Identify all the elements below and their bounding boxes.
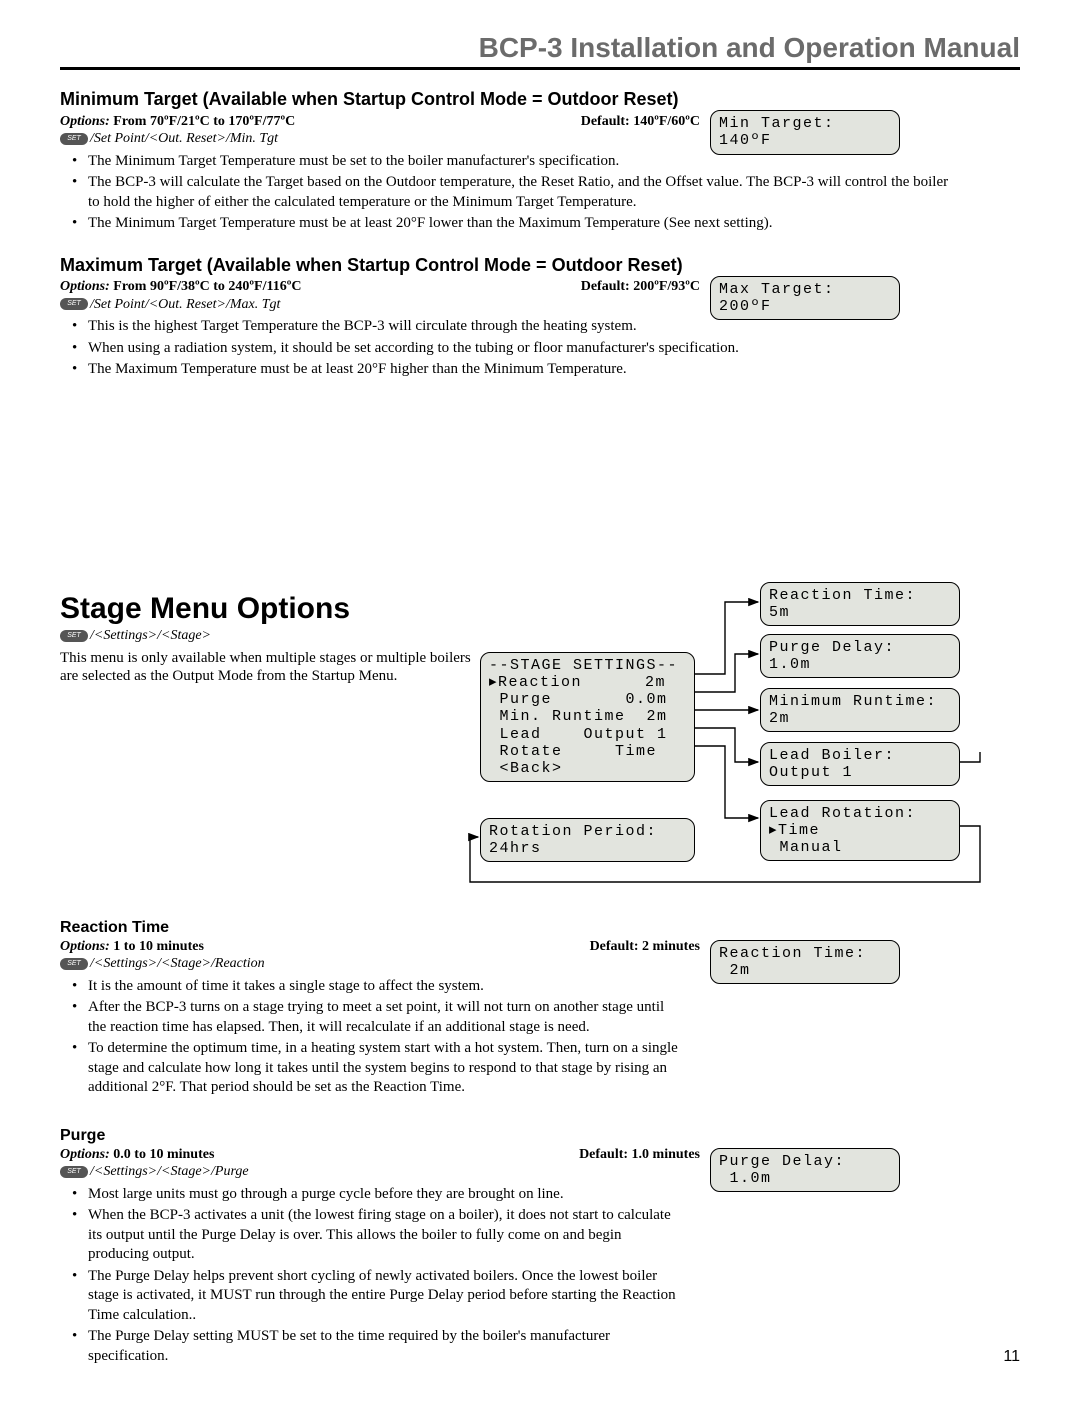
crumb-text: /<Settings>/<Stage>/Purge — [90, 1164, 249, 1179]
page-header: BCP-3 Installation and Operation Manual — [60, 30, 1020, 70]
list-item: The BCP-3 will calculate the Target base… — [88, 173, 960, 212]
options-label: Options: — [60, 939, 110, 954]
max-target-default: Default: 200ºF/93ºC — [581, 278, 700, 296]
purge-heading: Purge — [60, 1126, 1020, 1146]
list-item: It is the amount of time it takes a sing… — [88, 977, 680, 997]
set-icon: SET — [60, 1166, 88, 1178]
page-number: 11 — [1003, 1347, 1020, 1367]
options-label: Options: — [60, 114, 110, 129]
lcd-min-target: Min Target: 140ºF — [710, 110, 900, 155]
stage-menu-diagram: --STAGE SETTINGS-- ▸Reaction 2m Purge 0.… — [480, 582, 1000, 882]
list-item: The Purge Delay helps prevent short cycl… — [88, 1267, 680, 1326]
purge-default: Default: 1.0 minutes — [579, 1146, 700, 1164]
purge-options: Options: 0.0 to 10 minutes — [60, 1146, 214, 1164]
reaction-heading: Reaction Time — [60, 918, 1020, 938]
list-item: To determine the optimum time, in a heat… — [88, 1039, 680, 1098]
options-value: From 90ºF/38ºC to 240ºF/116ºC — [113, 279, 301, 294]
options-value: 1 to 10 minutes — [113, 939, 204, 954]
list-item: When the BCP-3 activates a unit (the low… — [88, 1206, 680, 1265]
set-icon: SET — [60, 298, 88, 310]
set-icon: SET — [60, 133, 88, 145]
options-value: 0.0 to 10 minutes — [113, 1147, 214, 1162]
options-value: From 70ºF/21ºC to 170ºF/77ºC — [113, 114, 295, 129]
min-target-default: Default: 140ºF/60ºC — [581, 113, 700, 131]
crumb-text: /<Settings>/<Stage> — [90, 628, 211, 643]
crumb-text: /Set Point/<Out. Reset>/Min. Tgt — [90, 131, 278, 146]
lcd-reaction: Reaction Time: 2m — [710, 940, 900, 985]
crumb-text: /<Settings>/<Stage>/Reaction — [90, 956, 265, 971]
set-icon: SET — [60, 958, 88, 970]
list-item: The Purge Delay setting MUST be set to t… — [88, 1327, 680, 1366]
crumb-text: /Set Point/<Out. Reset>/Max. Tgt — [90, 297, 280, 312]
max-target-heading: Maximum Target (Available when Startup C… — [60, 254, 1020, 277]
list-item: The Maximum Temperature must be at least… — [88, 360, 960, 380]
options-label: Options: — [60, 1147, 110, 1162]
list-item: Most large units must go through a purge… — [88, 1185, 680, 1205]
reaction-options: Options: 1 to 10 minutes — [60, 938, 204, 956]
options-label: Options: — [60, 279, 110, 294]
section-reaction-time: Reaction Time Options: 1 to 10 minutes D… — [60, 918, 1020, 1098]
reaction-default: Default: 2 minutes — [590, 938, 700, 956]
lcd-purge: Purge Delay: 1.0m — [710, 1148, 900, 1193]
set-icon: SET — [60, 630, 88, 642]
section-max-target: Maximum Target (Available when Startup C… — [60, 254, 1020, 380]
section-min-target: Minimum Target (Available when Startup C… — [60, 88, 1020, 234]
diagram-arrows — [480, 582, 1020, 882]
stage-menu-desc: This menu is only available when multipl… — [60, 649, 490, 687]
min-target-heading: Minimum Target (Available when Startup C… — [60, 88, 1020, 111]
min-target-options: Options: From 70ºF/21ºC to 170ºF/77ºC — [60, 113, 295, 131]
list-item: The Minimum Target Temperature must be a… — [88, 214, 960, 234]
section-stage-menu: --STAGE SETTINGS-- ▸Reaction 2m Purge 0.… — [60, 590, 1020, 890]
section-purge: Purge Options: 0.0 to 10 minutes Default… — [60, 1126, 1020, 1367]
lcd-max-target: Max Target: 200ºF — [710, 276, 900, 321]
list-item: After the BCP-3 turns on a stage trying … — [88, 998, 680, 1037]
max-target-options: Options: From 90ºF/38ºC to 240ºF/116ºC — [60, 278, 301, 296]
list-item: When using a radiation system, it should… — [88, 339, 960, 359]
